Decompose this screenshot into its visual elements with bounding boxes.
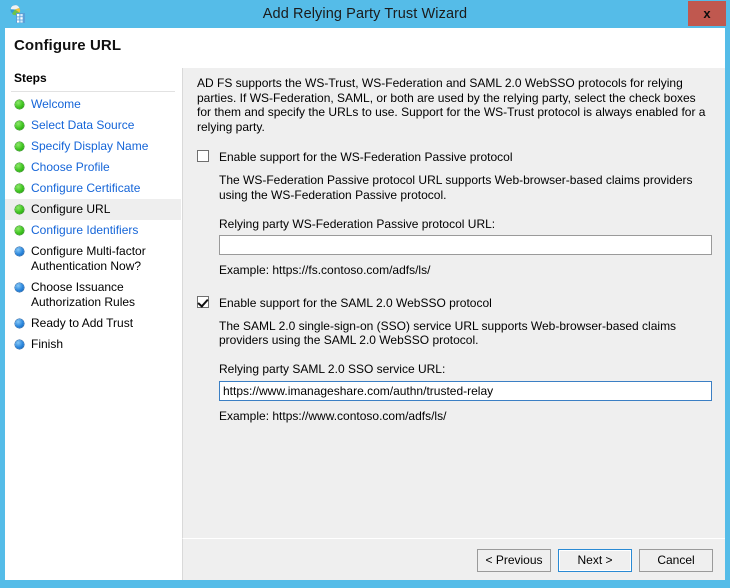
sidebar-item-configure-certificate[interactable]: Configure Certificate xyxy=(5,178,181,199)
saml-description: The SAML 2.0 single-sign-on (SSO) servic… xyxy=(219,318,677,348)
steps-list: Welcome Select Data Source Specify Displ… xyxy=(5,94,181,355)
wsfed-example: Example: https://fs.contoso.com/adfs/ls/ xyxy=(219,263,431,278)
sidebar-item-label: Finish xyxy=(31,337,64,351)
sidebar-item-label: Select Data Source xyxy=(31,118,135,132)
button-bar: < Previous Next > Cancel xyxy=(182,538,725,580)
sidebar-item-label: Configure Multi-factor Authentication No… xyxy=(31,244,146,273)
sidebar-item-configure-url[interactable]: Configure URL xyxy=(5,199,181,220)
next-button[interactable]: Next > xyxy=(558,549,632,572)
page-title: Configure URL xyxy=(14,37,122,54)
step-status-icon xyxy=(15,247,24,256)
step-status-icon xyxy=(15,283,24,292)
sidebar-item-ready-to-add-trust[interactable]: Ready to Add Trust xyxy=(5,313,181,334)
saml-url-label: Relying party SAML 2.0 SSO service URL: xyxy=(219,361,446,376)
steps-heading: Steps xyxy=(14,71,47,85)
sidebar-item-specify-display-name[interactable]: Specify Display Name xyxy=(5,136,181,157)
sidebar-item-configure-mfa[interactable]: Configure Multi-factor Authentication No… xyxy=(5,241,181,277)
close-icon[interactable]: x xyxy=(688,1,726,26)
saml-example: Example: https://www.contoso.com/adfs/ls… xyxy=(219,408,447,423)
wsfed-checkbox-row[interactable]: Enable support for the WS-Federation Pas… xyxy=(197,150,712,166)
step-status-icon xyxy=(15,319,24,328)
saml-checkbox[interactable] xyxy=(197,295,209,308)
sidebar-item-choose-issuance-authorization-rules[interactable]: Choose Issuance Authorization Rules xyxy=(5,277,181,313)
window-bottom-frame xyxy=(0,580,730,588)
step-status-icon xyxy=(15,226,24,235)
content-panel: AD FS supports the WS-Trust, WS-Federati… xyxy=(182,68,725,538)
step-status-icon xyxy=(15,340,24,349)
cancel-button[interactable]: Cancel xyxy=(639,549,713,572)
saml-checkbox-label[interactable]: Enable support for the SAML 2.0 WebSSO p… xyxy=(219,296,492,310)
page-header: Configure URL xyxy=(5,28,725,68)
title-bar: Add Relying Party Trust Wizard x xyxy=(0,0,730,28)
window-title: Add Relying Party Trust Wizard xyxy=(262,6,468,22)
intro-text: AD FS supports the WS-Trust, WS-Federati… xyxy=(197,76,706,134)
steps-header: Steps xyxy=(5,68,181,90)
sidebar-item-label: Specify Display Name xyxy=(31,139,149,153)
steps-divider xyxy=(11,91,175,92)
sidebar-item-welcome[interactable]: Welcome xyxy=(5,94,181,115)
wsfed-description: The WS-Federation Passive protocol URL s… xyxy=(219,173,693,202)
sidebar-item-configure-identifiers[interactable]: Configure Identifiers xyxy=(5,220,181,241)
wsfed-url-input[interactable] xyxy=(219,235,712,256)
sidebar-item-label: Welcome xyxy=(31,97,81,111)
wizard-window: Add Relying Party Trust Wizard x Configu… xyxy=(0,0,730,588)
step-status-icon xyxy=(15,184,24,193)
sidebar-item-choose-profile[interactable]: Choose Profile xyxy=(5,157,181,178)
step-status-icon xyxy=(15,142,24,151)
previous-button[interactable]: < Previous xyxy=(477,549,551,572)
sidebar-item-label: Configure URL xyxy=(31,202,111,216)
wsfed-url-label: Relying party WS-Federation Passive prot… xyxy=(219,216,496,231)
step-status-icon xyxy=(15,163,24,172)
sidebar-item-label: Configure Certificate xyxy=(31,181,141,195)
saml-checkbox-row[interactable]: Enable support for the SAML 2.0 WebSSO p… xyxy=(197,295,712,312)
sidebar-item-finish[interactable]: Finish xyxy=(5,334,181,355)
step-status-icon xyxy=(15,121,24,130)
sidebar-item-label: Configure Identifiers xyxy=(31,223,139,237)
sidebar-item-label: Ready to Add Trust xyxy=(31,316,134,330)
step-status-icon xyxy=(15,205,24,214)
saml-url-input[interactable] xyxy=(219,380,712,401)
wsfed-checkbox-label[interactable]: Enable support for the WS-Federation Pas… xyxy=(219,150,512,164)
sidebar-item-select-data-source[interactable]: Select Data Source xyxy=(5,115,181,136)
sidebar-item-label: Choose Issuance Authorization Rules xyxy=(31,280,136,309)
step-status-icon xyxy=(15,100,24,109)
steps-sidebar: Steps Welcome Select Data Source Specify… xyxy=(5,68,181,580)
sidebar-item-label: Choose Profile xyxy=(31,160,110,174)
wsfed-checkbox[interactable] xyxy=(197,150,209,163)
body-area: Steps Welcome Select Data Source Specify… xyxy=(5,68,725,580)
